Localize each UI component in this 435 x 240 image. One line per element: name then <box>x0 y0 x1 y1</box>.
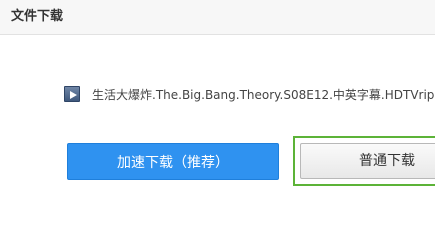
dialog-title: 文件下载 <box>11 9 64 24</box>
video-file-icon <box>64 86 80 102</box>
normal-download-focus-ring: 普通下载 <box>293 136 435 186</box>
file-row: 生活大爆炸.The.Big.Bang.Theory.S08E12.中英字幕.HD… <box>64 86 435 104</box>
file-name: 生活大爆炸.The.Big.Bang.Theory.S08E12.中英字幕.HD… <box>92 88 435 102</box>
normal-download-button[interactable]: 普通下载 <box>300 143 435 179</box>
normal-download-label: 普通下载 <box>359 153 415 169</box>
dialog-header: 文件下载 <box>0 0 435 35</box>
fast-download-button[interactable]: 加速下载（推荐） <box>67 143 279 180</box>
